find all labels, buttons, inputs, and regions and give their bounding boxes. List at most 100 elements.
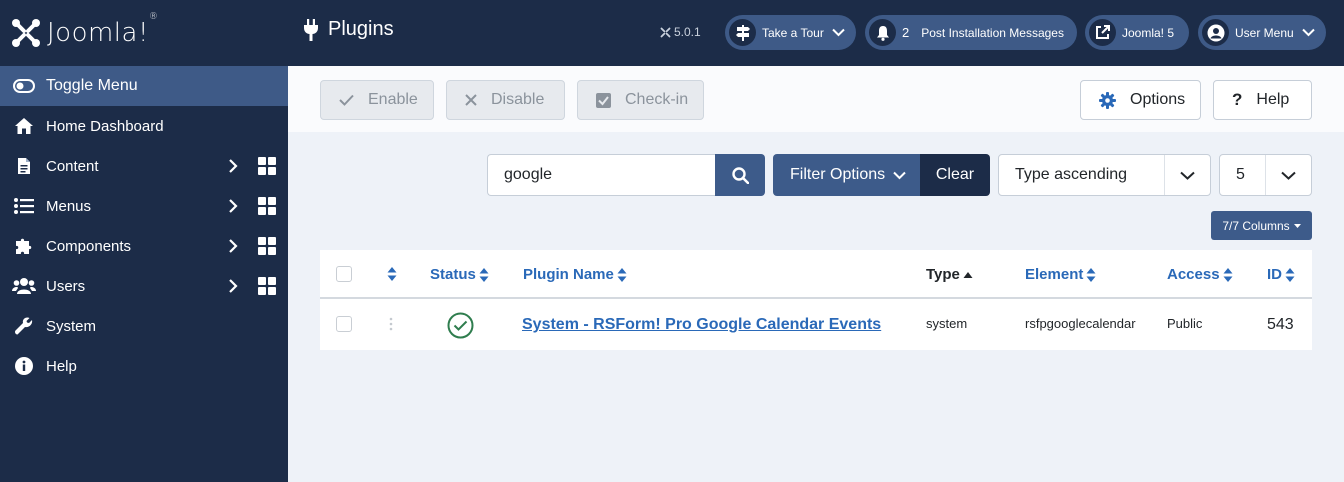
- plugins-table: Status Plugin Name Type Element Access I…: [320, 250, 1312, 350]
- table-header: Status Plugin Name Type Element Access I…: [320, 250, 1312, 299]
- cell-type: system: [926, 316, 968, 331]
- joomla-logo-icon: [12, 19, 40, 47]
- sidebar-item-label: Components: [46, 237, 132, 255]
- drag-handle-icon[interactable]: [389, 317, 393, 331]
- post-installation-messages-button[interactable]: 2 Post Installation Messages: [865, 15, 1077, 50]
- disable-button[interactable]: Disable: [446, 80, 565, 120]
- page-title-text: Plugins: [328, 18, 394, 40]
- checkin-button[interactable]: Check-in: [577, 80, 704, 120]
- checkbox-icon: [596, 92, 611, 108]
- toggle-menu-label: Toggle Menu: [46, 77, 138, 94]
- chevron-down-icon: [1301, 28, 1315, 37]
- puzzle-icon: [12, 236, 36, 256]
- list-icon: [12, 196, 36, 216]
- sidebar: Joomla!® Toggle Menu Home Dashboard Cont…: [0, 0, 288, 482]
- chevron-right-icon[interactable]: [226, 199, 240, 213]
- sort-icon: [1285, 267, 1295, 282]
- toggle-icon: [12, 76, 36, 96]
- wrench-icon: [12, 316, 36, 336]
- logo-text: Joomla!®: [47, 12, 159, 48]
- dashboard-grid-icon[interactable]: [258, 237, 276, 255]
- joomla-logo[interactable]: Joomla!®: [0, 0, 288, 66]
- dashboard-grid-icon[interactable]: [258, 157, 276, 175]
- sidebar-item-label: Home Dashboard: [46, 117, 164, 135]
- sort-icon: [1223, 267, 1233, 282]
- chevron-down-icon: [893, 171, 906, 179]
- sort-asc-icon: [963, 271, 973, 278]
- column-element[interactable]: Element: [1025, 266, 1096, 283]
- page-title: Plugins: [304, 18, 394, 41]
- bell-icon: [869, 19, 896, 46]
- external-link-icon: [1089, 19, 1116, 46]
- sidebar-item-components[interactable]: Components: [0, 226, 288, 266]
- version-badge: 5.0.1: [660, 25, 701, 39]
- chevron-down-icon: [832, 28, 845, 37]
- sort-icon: [387, 267, 397, 281]
- ordering-select[interactable]: Type ascending: [998, 154, 1211, 196]
- search-button[interactable]: [715, 154, 765, 196]
- info-icon: [12, 356, 36, 376]
- users-icon: [12, 276, 36, 296]
- sidebar-item-label: Users: [46, 277, 86, 295]
- column-access[interactable]: Access: [1167, 266, 1233, 283]
- plugin-name-link[interactable]: System - RSForm! Pro Google Calendar Eve…: [522, 316, 881, 334]
- help-button[interactable]: ? Help: [1213, 80, 1312, 120]
- sort-ordering-column[interactable]: [387, 266, 397, 282]
- header-bar: Plugins 5.0.1 Take a Tour 2 Post Install…: [288, 0, 1344, 66]
- plug-icon: [304, 18, 318, 41]
- sort-icon: [479, 267, 489, 282]
- gear-icon: [1099, 91, 1116, 109]
- column-id[interactable]: ID: [1267, 266, 1295, 283]
- search-input[interactable]: google: [487, 154, 716, 196]
- chevron-right-icon[interactable]: [226, 159, 240, 173]
- chevron-down-icon: [1265, 155, 1311, 195]
- sidebar-item-menus[interactable]: Menus: [0, 186, 288, 226]
- column-type[interactable]: Type: [926, 266, 973, 283]
- dashboard-grid-icon[interactable]: [258, 277, 276, 295]
- filter-options-button[interactable]: Filter Options: [773, 154, 920, 196]
- search-icon: [731, 166, 749, 184]
- times-icon: [465, 94, 477, 106]
- chevron-down-icon: [1164, 155, 1210, 195]
- user-menu-button[interactable]: User Menu: [1198, 15, 1326, 50]
- take-tour-button[interactable]: Take a Tour: [725, 15, 856, 50]
- row-checkbox[interactable]: [336, 316, 352, 332]
- sidebar-item-label: Menus: [46, 197, 92, 215]
- cell-access: Public: [1167, 316, 1203, 331]
- sidebar-item-label: Help: [46, 357, 77, 375]
- chevron-right-icon[interactable]: [226, 279, 240, 293]
- question-icon: ?: [1232, 90, 1243, 109]
- list-limit-select[interactable]: 5: [1219, 154, 1312, 196]
- clear-button[interactable]: Clear: [920, 154, 990, 196]
- dashboard-grid-icon[interactable]: [258, 197, 276, 215]
- sidebar-item-content[interactable]: Content: [0, 146, 288, 186]
- chevron-right-icon[interactable]: [226, 239, 240, 253]
- check-icon: [339, 94, 354, 106]
- sidebar-item-home-dashboard[interactable]: Home Dashboard: [0, 106, 288, 146]
- sidebar-item-help[interactable]: Help: [0, 346, 288, 386]
- enabled-check-icon[interactable]: [447, 312, 474, 339]
- cell-element: rsfpgooglecalendar: [1025, 316, 1136, 331]
- select-all-checkbox[interactable]: [336, 266, 352, 282]
- notification-count: 2: [902, 25, 910, 40]
- toggle-menu-button[interactable]: Toggle Menu: [0, 66, 288, 106]
- signpost-icon: [729, 19, 756, 46]
- enable-button[interactable]: Enable: [320, 80, 434, 120]
- sidebar-item-system[interactable]: System: [0, 306, 288, 346]
- file-icon: [12, 156, 36, 176]
- home-icon: [12, 116, 36, 136]
- cell-id: 543: [1267, 316, 1294, 333]
- options-button[interactable]: Options: [1080, 80, 1201, 120]
- sort-icon: [1086, 267, 1096, 282]
- sidebar-item-label: System: [46, 317, 97, 335]
- column-status[interactable]: Status: [430, 266, 489, 283]
- caret-down-icon: [1293, 223, 1301, 228]
- columns-button[interactable]: 7/7 Columns: [1211, 211, 1312, 240]
- sidebar-item-users[interactable]: Users: [0, 266, 288, 306]
- view-site-button[interactable]: Joomla! 5: [1085, 15, 1189, 50]
- column-plugin-name[interactable]: Plugin Name: [523, 266, 627, 283]
- user-icon: [1202, 19, 1229, 46]
- sidebar-item-label: Content: [46, 157, 99, 175]
- joomla-small-icon: [660, 27, 671, 37]
- sort-icon: [617, 267, 627, 282]
